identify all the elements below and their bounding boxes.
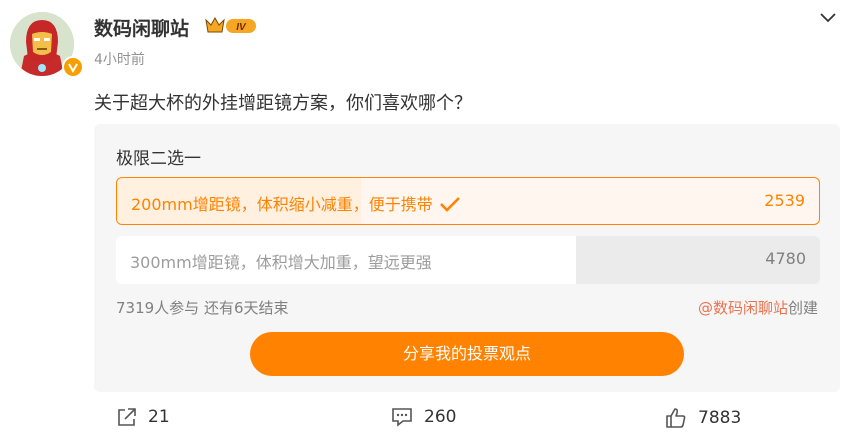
poll-stats: 7319人参与 还有6天结束 — [116, 299, 289, 317]
check-icon — [439, 197, 460, 212]
poll-option-count: 4780 — [765, 249, 806, 268]
poll-card: 极限二选一 200mm增距镜，体积缩小减重，便于携带 2539 300mm增距镜… — [94, 124, 840, 392]
poll-option-label: 200mm增距镜，体积缩小减重，便于携带 — [131, 191, 461, 215]
post-text: 关于超大杯的外挂增距镜方案，你们喜欢哪个？ — [94, 93, 472, 114]
level-badge-text: IV — [236, 22, 247, 33]
poll-creator: @数码闲聊站创建 — [698, 297, 818, 318]
like-button[interactable]: 7883 — [664, 406, 741, 430]
chevron-down-icon[interactable] — [818, 10, 838, 26]
author-name[interactable]: 数码闲聊站 — [94, 14, 189, 41]
poll-title: 极限二选一 — [116, 149, 201, 169]
thumbs-up-icon — [666, 408, 686, 428]
repost-button[interactable]: 21 — [116, 406, 170, 428]
creator-suffix: 创建 — [787, 299, 818, 317]
poll-option-label: 300mm增距镜，体积增大加重，望远更强 — [130, 253, 432, 272]
comment-icon — [392, 408, 412, 427]
share-icon — [118, 408, 136, 426]
level-badge[interactable]: IV — [204, 16, 258, 36]
comment-count: 260 — [424, 407, 457, 427]
repost-count: 21 — [148, 407, 170, 427]
post-time[interactable]: 4小时前 — [94, 49, 145, 69]
like-count: 7883 — [698, 408, 742, 428]
creator-link[interactable]: @数码闲聊站 — [698, 299, 788, 317]
share-vote-button[interactable]: 分享我的投票观点 — [250, 332, 684, 376]
poll-option-count: 2539 — [764, 191, 805, 210]
poll-option[interactable]: 300mm增距镜，体积增大加重，望远更强 4780 — [116, 236, 820, 284]
poll-option-selected[interactable]: 200mm增距镜，体积缩小减重，便于携带 2539 — [116, 177, 820, 225]
comment-button[interactable]: 260 — [390, 406, 456, 428]
verified-badge-icon — [62, 56, 84, 78]
